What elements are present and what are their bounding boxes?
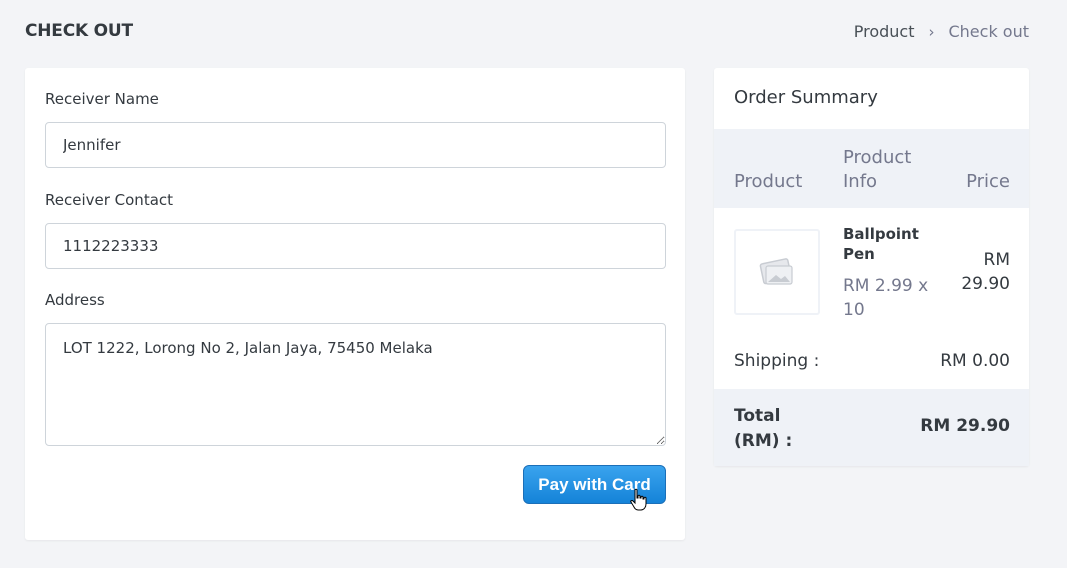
shipping-label: Shipping : — [734, 351, 820, 371]
order-summary-title: Order Summary — [734, 87, 878, 108]
breadcrumb-separator: › — [928, 22, 935, 41]
column-header-product-info: Product Info — [843, 147, 912, 192]
shipping-value: RM 0.00 — [940, 351, 1010, 371]
receiver-name-label: Receiver Name — [45, 90, 159, 108]
page-title: CHECK OUT — [25, 21, 133, 41]
total-row: Total (RM) : RM 29.90 — [714, 389, 1029, 466]
hand-cursor-icon — [630, 488, 647, 511]
breadcrumb-item-product[interactable]: Product — [854, 22, 915, 41]
address-textarea[interactable]: LOT 1222, Lorong No 2, Jalan Jaya, 75450… — [45, 323, 666, 446]
order-summary-card: Order Summary Product Product Info Price… — [714, 68, 1029, 466]
receiver-name-input[interactable] — [45, 122, 666, 168]
image-placeholder-icon — [759, 258, 793, 285]
breadcrumb: Product › Check out — [854, 22, 1029, 41]
product-info: RM 2.99 x 10 — [843, 276, 929, 320]
product-price: RM 29.90 — [961, 250, 1010, 294]
receiver-contact-input[interactable] — [45, 223, 666, 269]
address-label: Address — [45, 291, 105, 309]
total-label: Total (RM) : — [734, 406, 793, 451]
product-name: Ballpoint Pen — [843, 225, 919, 263]
column-header-price: Price — [966, 171, 1010, 192]
summary-table-header: Product Product Info Price — [714, 129, 1029, 208]
breadcrumb-item-checkout: Check out — [948, 22, 1029, 41]
total-value: RM 29.90 — [920, 416, 1010, 436]
column-header-product: Product — [734, 171, 803, 192]
product-thumbnail — [734, 229, 820, 315]
receiver-contact-label: Receiver Contact — [45, 191, 174, 209]
checkout-form-card: Receiver Name Receiver Contact Address L… — [25, 68, 685, 540]
